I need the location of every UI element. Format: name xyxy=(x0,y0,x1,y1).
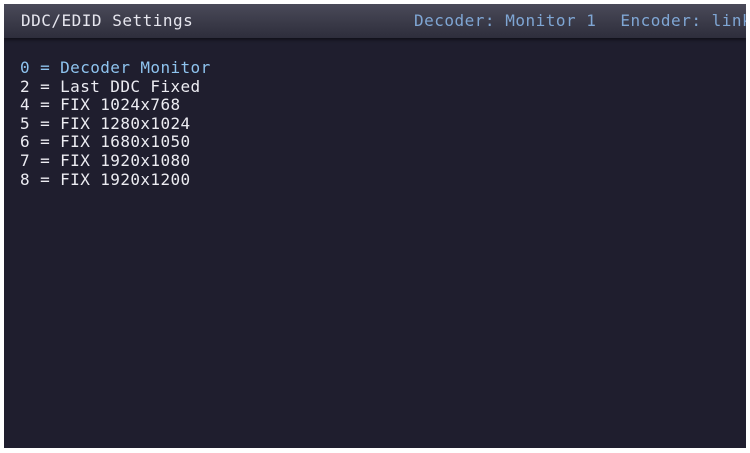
option-decoder-monitor[interactable]: 0 = Decoder Monitor xyxy=(20,58,211,78)
decoder-status: Decoder: Monitor 1 xyxy=(414,11,597,30)
ddc-option-list: 0 = Decoder Monitor 2 = Last DDC Fixed 4… xyxy=(20,58,211,190)
option-fix-1920x1200[interactable]: 8 = FIX 1920x1200 xyxy=(20,170,211,190)
status-group: Decoder: Monitor 1 Encoder: links xyxy=(414,11,746,31)
option-fix-1024x768[interactable]: 4 = FIX 1024x768 xyxy=(20,96,211,115)
page-title: DDC/EDID Settings xyxy=(21,11,194,30)
option-fix-1280x1024[interactable]: 5 = FIX 1280x1024 xyxy=(20,114,211,134)
option-fix-1920x1080[interactable]: 7 = FIX 1920x1080 xyxy=(20,151,211,171)
encoder-status: Encoder: links xyxy=(620,11,746,30)
option-fix-1680x1050[interactable]: 6 = FIX 1680x1050 xyxy=(20,133,211,152)
title-bar: DDC/EDID Settings Decoder: Monitor 1 Enco… xyxy=(4,4,746,38)
option-last-ddc-fixed[interactable]: 2 = Last DDC Fixed xyxy=(20,77,211,97)
osd-window: DDC/EDID Settings Decoder: Monitor 1 Enco… xyxy=(4,4,746,448)
